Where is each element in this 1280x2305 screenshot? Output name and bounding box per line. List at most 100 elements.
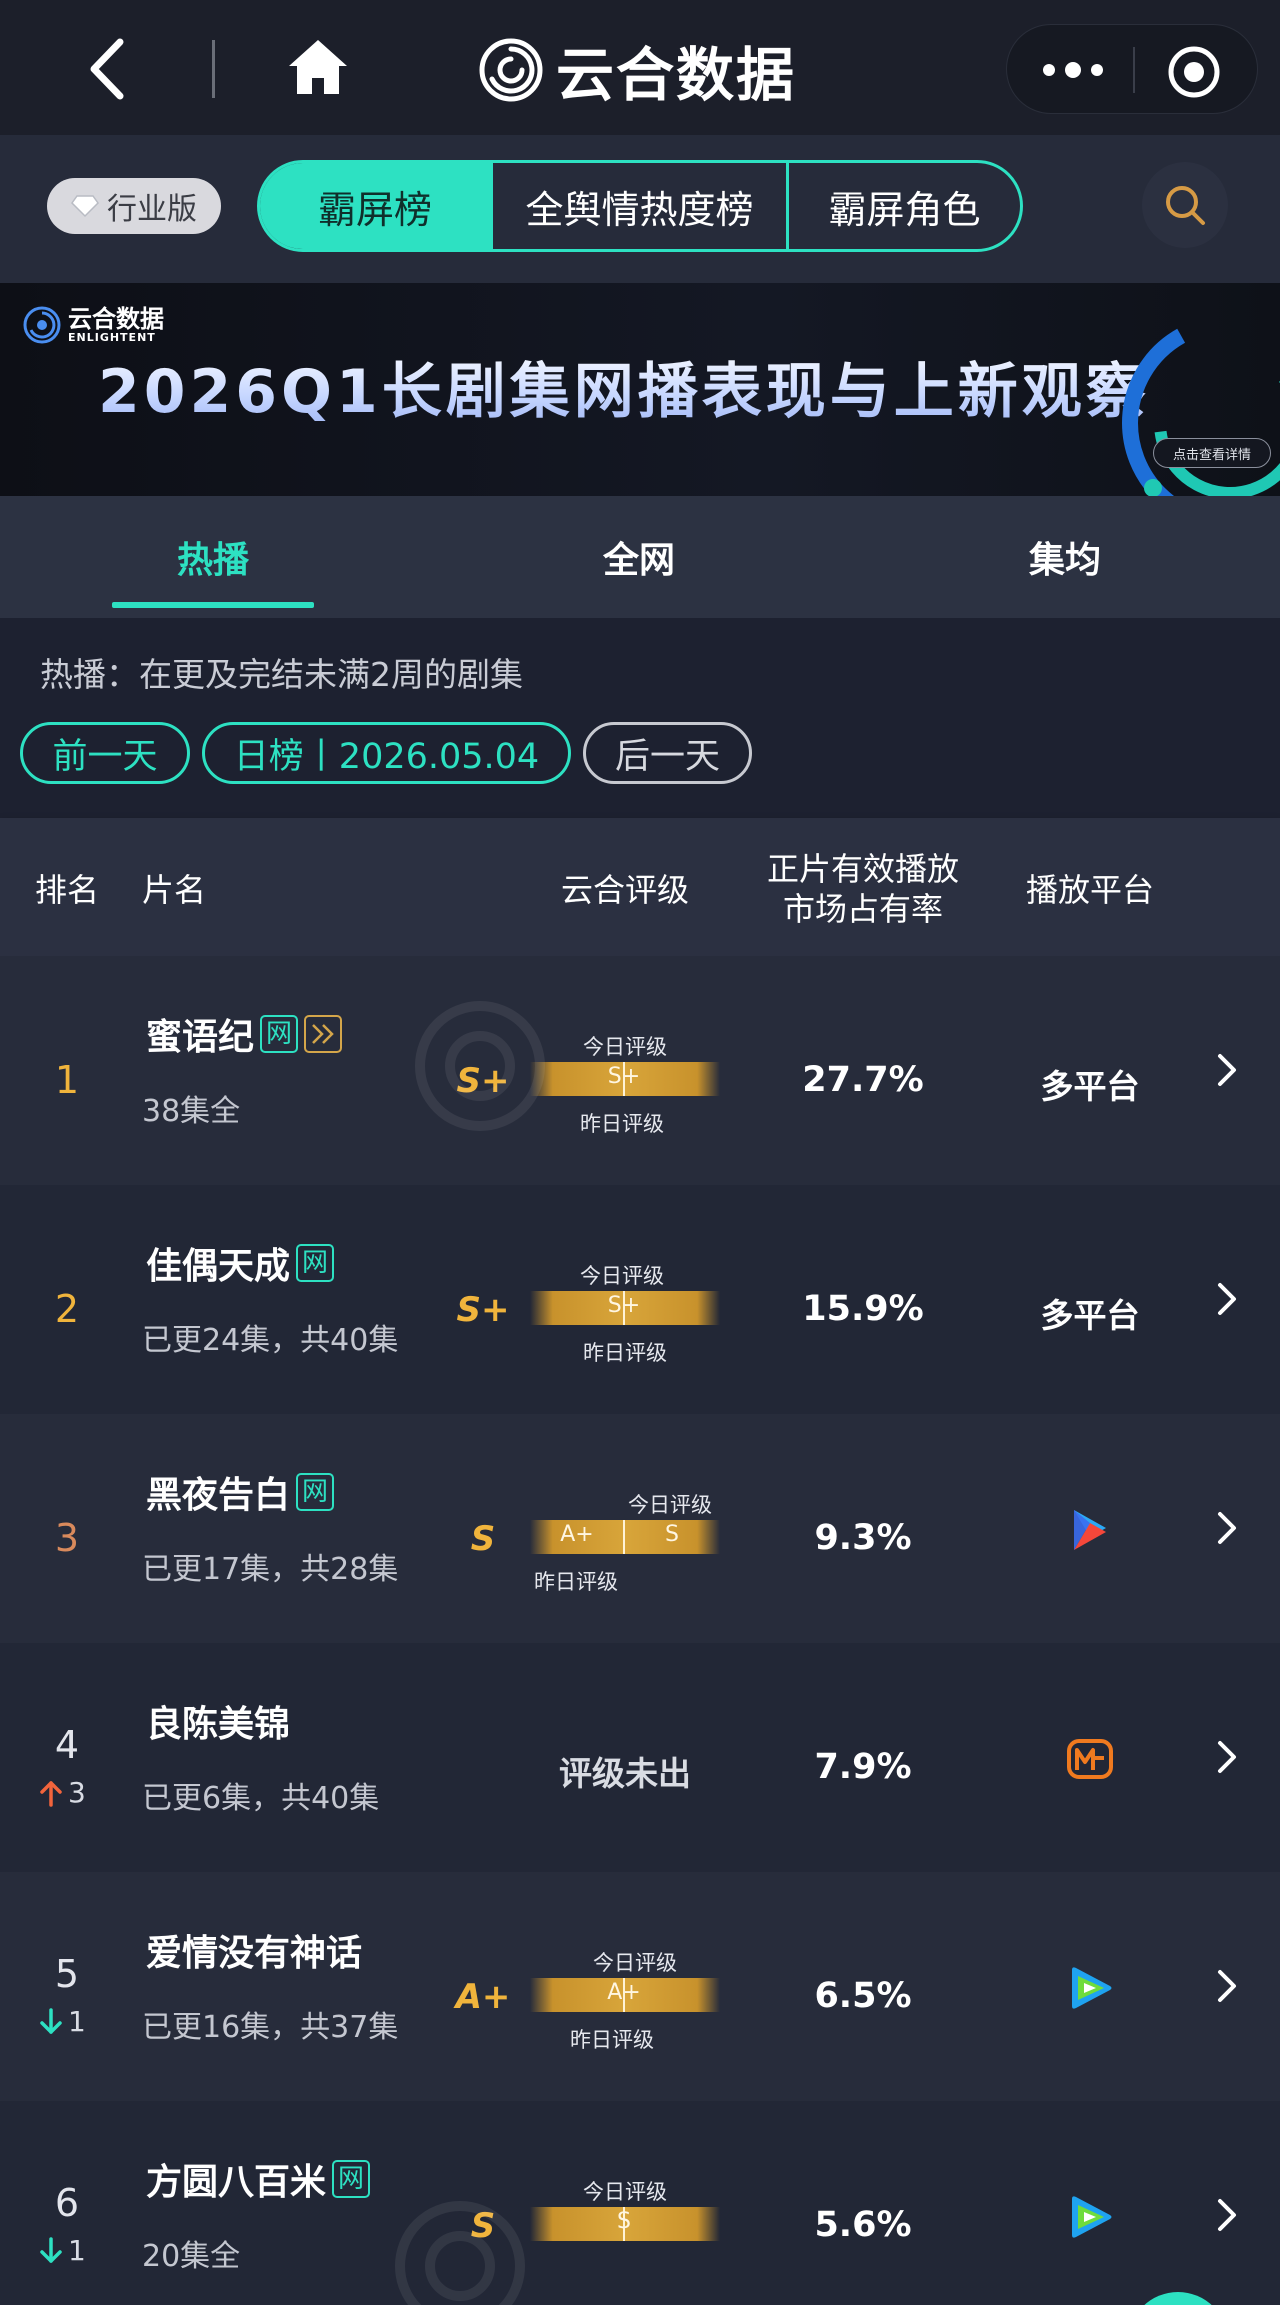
- title-line: 黑夜告白 网: [146, 1466, 335, 1518]
- grade-bar: S: [530, 2207, 720, 2241]
- banner-cta-button[interactable]: 点击查看详情: [1153, 438, 1271, 468]
- rank-change: 3: [38, 1776, 86, 1809]
- industry-edition-button[interactable]: 行业版: [47, 178, 221, 234]
- platform-label: 多平台: [1040, 1296, 1140, 1335]
- grade-bar-label: S+: [607, 1064, 641, 1089]
- grade-bar-label: A+: [607, 1980, 641, 2005]
- market-share: 6.5%: [814, 1976, 912, 2016]
- today-grade-caption: 今日评级: [583, 2180, 667, 2204]
- drama-title: 爱情没有神话: [146, 1933, 363, 1974]
- home-icon[interactable]: [285, 36, 351, 98]
- tab-dominance-chart[interactable]: 霸屏榜: [260, 163, 490, 249]
- network-tag: 网: [260, 1015, 299, 1053]
- network-tag: 网: [296, 1473, 335, 1511]
- app-title: 云合数据: [478, 30, 796, 110]
- tab-dominant-roles[interactable]: 霸屏角色: [786, 163, 1020, 249]
- app-title-text: 云合数据: [556, 41, 797, 109]
- title-line: 爱情没有神话: [146, 1924, 362, 1976]
- subtab-per-episode[interactable]: 集均: [964, 496, 1166, 618]
- today-grade-caption: 今日评级: [628, 1493, 712, 1517]
- close-miniapp-icon[interactable]: [1165, 43, 1223, 101]
- yesterday-grade-caption: 昨日评级: [580, 1112, 664, 1136]
- today-grade-caption: 今日评级: [580, 1264, 664, 1288]
- drama-title: 蜜语纪: [146, 1017, 255, 1058]
- drama-title: 良陈美锦: [146, 1704, 291, 1745]
- banner-logo-en: ENLIGHTENT: [68, 330, 156, 344]
- chevron-right-icon[interactable]: [1216, 2197, 1238, 2233]
- chevron-right-icon[interactable]: [1216, 1052, 1238, 1088]
- table-header: 排名 片名 云合评级 正片有效播放 市场占有率 播放平台: [0, 818, 1280, 956]
- promo-banner[interactable]: 云合数据 ENLIGHTENT 2026Q1长剧集网播表现与上新观察 点击查看详…: [0, 283, 1280, 496]
- ranking-list: 1 蜜语纪 网 38集全 S+ 今日评级 S+ 昨日评级 27.7% 多平台 2…: [0, 956, 1280, 2305]
- table-row[interactable]: 1 蜜语纪 网 38集全 S+ 今日评级 S+ 昨日评级 27.7% 多平台: [0, 956, 1280, 1185]
- rank-number: 4: [54, 1723, 80, 1767]
- grade-letter: S: [470, 1519, 496, 1559]
- table-row[interactable]: 6 1 方圆八百米 网 20集全 S 今日评级 S 5.6%: [0, 2101, 1280, 2305]
- rank-number: 3: [54, 1516, 80, 1560]
- banner-logo: 云合数据 ENLIGHTENT: [22, 305, 164, 345]
- prev-day-button[interactable]: 前一天: [20, 722, 190, 784]
- market-share: 5.6%: [814, 2205, 912, 2245]
- tencent-video-icon: [1072, 1967, 1112, 2009]
- arrow-down-icon: [40, 2007, 62, 2034]
- nav-bar: 行业版 霸屏榜 全舆情热度榜 霸屏角色: [0, 135, 1280, 283]
- more-icon[interactable]: [1037, 47, 1109, 93]
- yesterday-grade-caption: 昨日评级: [583, 1341, 667, 1365]
- grade-letter: S: [470, 2206, 496, 2246]
- grade-bar: S+: [530, 1062, 720, 1096]
- header-platform: 播放平台: [1025, 871, 1154, 909]
- youku-icon: [1074, 1510, 1106, 1550]
- current-date-button[interactable]: 日榜丨2026.05.04: [202, 722, 571, 784]
- today-grade-caption: 今日评级: [593, 1951, 677, 1975]
- grade-bar-label: S+: [607, 1293, 641, 1318]
- table-row[interactable]: 4 3 良陈美锦 已更6集，共40集 评级未出 7.9%: [0, 1643, 1280, 1872]
- subtab-all-network[interactable]: 全网: [538, 496, 740, 618]
- filter-area: 热播：在更及完结未满2周的剧集 前一天 日榜丨2026.05.04 后一天: [0, 618, 1280, 818]
- network-tag: 网: [296, 1244, 335, 1282]
- title-line: 蜜语纪 网: [146, 1008, 343, 1060]
- search-icon: [1166, 186, 1205, 225]
- grade-bar: A+ S: [530, 1520, 720, 1554]
- drama-title: 佳偶天成: [146, 1246, 291, 1287]
- table-row[interactable]: 3 黑夜告白 网 已更17集，共28集 S 今日评级 A+ S 昨日评级 9.3…: [0, 1414, 1280, 1643]
- main-tab-group: 霸屏榜 全舆情热度榜 霸屏角色: [257, 160, 1023, 252]
- title-line: 方圆八百米 网: [146, 2153, 371, 2205]
- rank-number: 1: [54, 1058, 80, 1102]
- search-button[interactable]: [1142, 162, 1228, 248]
- title-line: 良陈美锦: [146, 1695, 290, 1747]
- chevron-right-icon[interactable]: [1216, 1968, 1238, 2004]
- banner-indicator-dot: [1144, 479, 1162, 496]
- rank-number: 2: [54, 1287, 80, 1331]
- today-grade-caption: 今日评级: [583, 1035, 667, 1059]
- chevron-right-icon[interactable]: [1216, 1510, 1238, 1546]
- ranking-description: 热播：在更及完结未满2周的剧集: [40, 655, 523, 694]
- arrow-up-icon: [40, 1780, 62, 1807]
- rank-number: 5: [54, 1952, 80, 1996]
- tab-public-opinion-chart[interactable]: 全舆情热度榜: [490, 163, 786, 249]
- platform-label: 多平台: [1040, 1067, 1140, 1106]
- chevron-right-icon[interactable]: [1216, 1739, 1238, 1775]
- episode-status: 已更17集，共28集: [142, 1552, 399, 1587]
- diamond-icon: [71, 195, 99, 218]
- tencent-video-icon: [1072, 2196, 1112, 2238]
- market-share: 9.3%: [814, 1518, 912, 1558]
- sub-tab-bar: 热播 全网 集均: [0, 496, 1280, 618]
- episode-status: 已更6集，共40集: [142, 1781, 380, 1816]
- rank-change: 1: [38, 2005, 86, 2038]
- episode-status: 38集全: [142, 1094, 241, 1129]
- grade-letter: A+: [455, 1977, 511, 2017]
- table-row[interactable]: 5 1 爱情没有神话 已更16集，共37集 A+ 今日评级 A+ 昨日评级 6.…: [0, 1872, 1280, 2101]
- drama-title: 黑夜告白: [146, 1475, 291, 1516]
- next-day-button[interactable]: 后一天: [583, 722, 752, 784]
- back-icon[interactable]: [82, 36, 132, 102]
- mango-tv-icon: [1067, 1739, 1113, 1779]
- subtab-hot[interactable]: 热播: [112, 496, 314, 618]
- header-rank: 排名: [34, 871, 99, 909]
- drama-title: 方圆八百米: [146, 2162, 327, 2203]
- table-row[interactable]: 2 佳偶天成 网 已更24集，共40集 S+ 今日评级 S+ 昨日评级 15.9…: [0, 1185, 1280, 1414]
- header-grade: 云合评级: [560, 871, 689, 909]
- grade-marker: [623, 1520, 625, 1554]
- chevron-right-icon[interactable]: [1216, 1281, 1238, 1317]
- grade-bar-label-yesterday: A+: [560, 1522, 594, 1547]
- subtab-active-indicator: [112, 602, 314, 608]
